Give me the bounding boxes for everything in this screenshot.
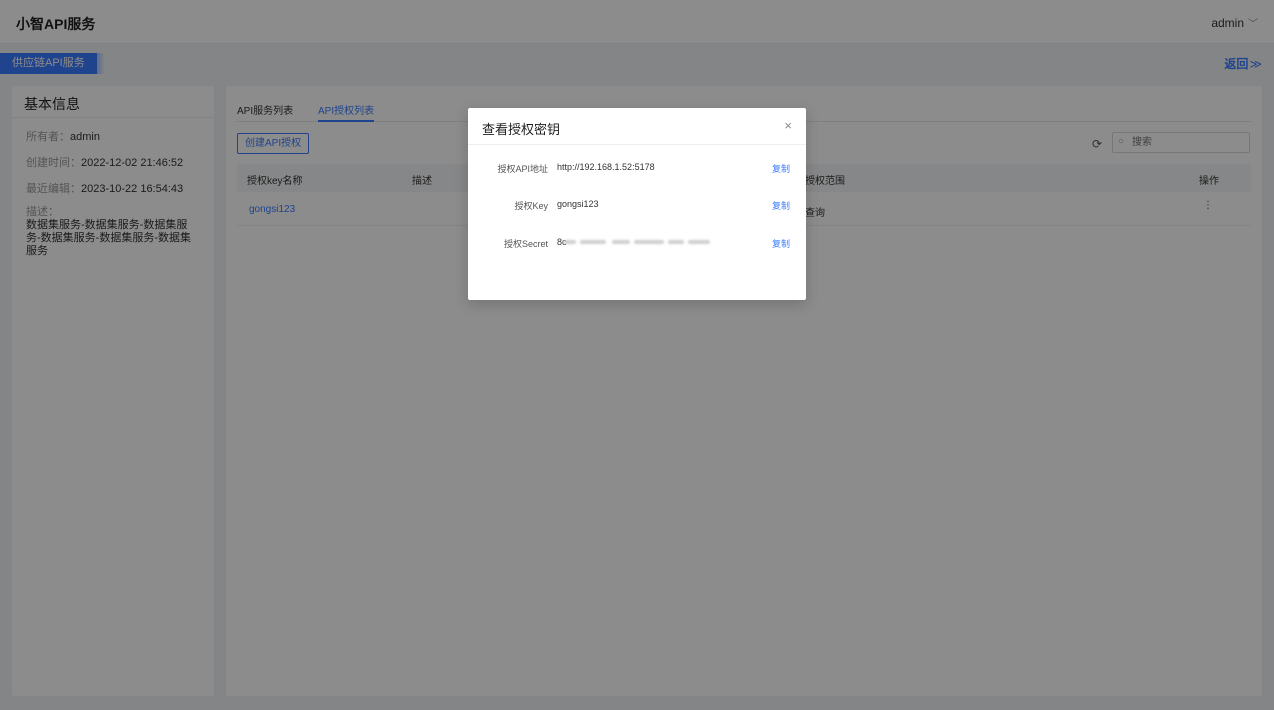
- copy-button[interactable]: 复制: [772, 162, 790, 175]
- field-label: 授权API地址: [497, 164, 548, 174]
- modal-title: 查看授权密钥: [482, 122, 561, 137]
- modal-header: 查看授权密钥 ×: [468, 108, 806, 145]
- field-value: http://192.168.1.52:5178: [557, 162, 655, 172]
- view-secret-modal: 查看授权密钥 × 授权API地址 http://192.168.1.52:517…: [468, 108, 806, 300]
- masked-secret: [564, 237, 712, 247]
- field-label: 授权Secret: [503, 239, 548, 249]
- copy-button[interactable]: 复制: [772, 199, 790, 212]
- field-auth-key: 授权Key gongsi123 复制: [468, 197, 806, 213]
- field-api-address: 授权API地址 http://192.168.1.52:5178 复制: [468, 160, 806, 176]
- field-auth-secret: 授权Secret 8c 复制: [468, 235, 806, 251]
- copy-button[interactable]: 复制: [772, 237, 790, 250]
- close-icon[interactable]: ×: [784, 118, 792, 133]
- field-value: gongsi123: [557, 199, 599, 209]
- field-label: 授权Key: [514, 201, 548, 211]
- modal-mask[interactable]: [0, 0, 1274, 710]
